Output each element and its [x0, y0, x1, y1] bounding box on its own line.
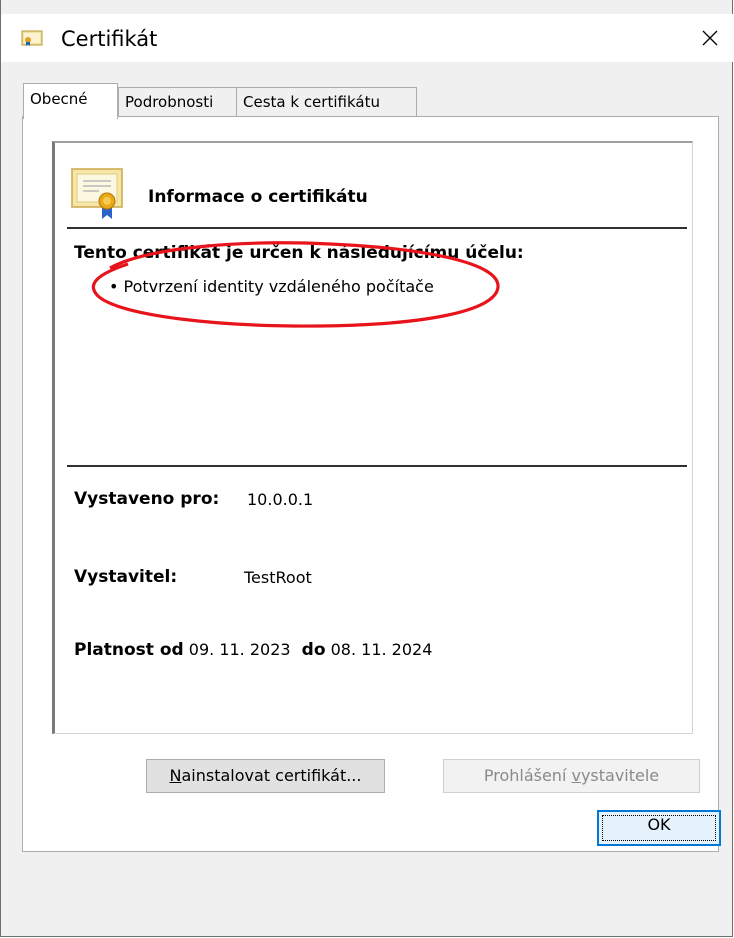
tab-general[interactable]: Obecné — [23, 83, 118, 119]
close-button[interactable] — [687, 14, 733, 62]
window-title: Certifikát — [61, 27, 158, 51]
purpose-item: • Potvrzení identity vzdáleného počítače — [109, 277, 434, 296]
divider — [67, 227, 687, 229]
certificate-dialog: Certifikát Obecné Podrobnosti Cesta k ce… — [0, 0, 733, 937]
issued-to-label: Vystaveno pro: — [74, 489, 220, 509]
certificate-icon — [21, 30, 43, 46]
validity-row: Platnost od 09. 11. 2023 do 08. 11. 2024 — [74, 640, 432, 660]
title-bar: Certifikát — [1, 14, 733, 62]
issuer-value: TestRoot — [244, 568, 312, 587]
tab-certification-path[interactable]: Cesta k certifikátu — [236, 87, 417, 117]
tab-details[interactable]: Podrobnosti — [118, 87, 237, 117]
divider — [67, 465, 687, 467]
general-tab-panel: Informace o certifikátu Tento certifikát… — [22, 116, 719, 852]
validity-to-label: do — [301, 640, 326, 660]
valid-to-value: 08. 11. 2024 — [330, 640, 433, 659]
install-certificate-button[interactable]: Nainstalovat certifikát... — [146, 759, 385, 793]
issuer-statement-button[interactable]: Prohlášení vystavitele — [443, 759, 700, 793]
issuer-label: Vystavitel: — [74, 567, 178, 587]
ok-button[interactable]: OK — [597, 810, 721, 846]
certificate-info-heading: Informace o certifikátu — [148, 187, 368, 207]
issued-to-value: 10.0.0.1 — [247, 490, 314, 509]
certificate-info-box: Informace o certifikátu Tento certifikát… — [52, 141, 693, 734]
valid-from-value: 09. 11. 2023 — [188, 640, 291, 659]
tab-label: Podrobnosti — [125, 93, 214, 111]
tab-label: Obecné — [30, 90, 88, 108]
purpose-title: Tento certifikát je určen k následujícím… — [74, 243, 524, 263]
certificate-ribbon-icon — [71, 168, 123, 219]
close-icon — [702, 30, 718, 46]
validity-from-label: Platnost od — [74, 640, 184, 660]
tab-label: Cesta k certifikátu — [243, 93, 380, 111]
